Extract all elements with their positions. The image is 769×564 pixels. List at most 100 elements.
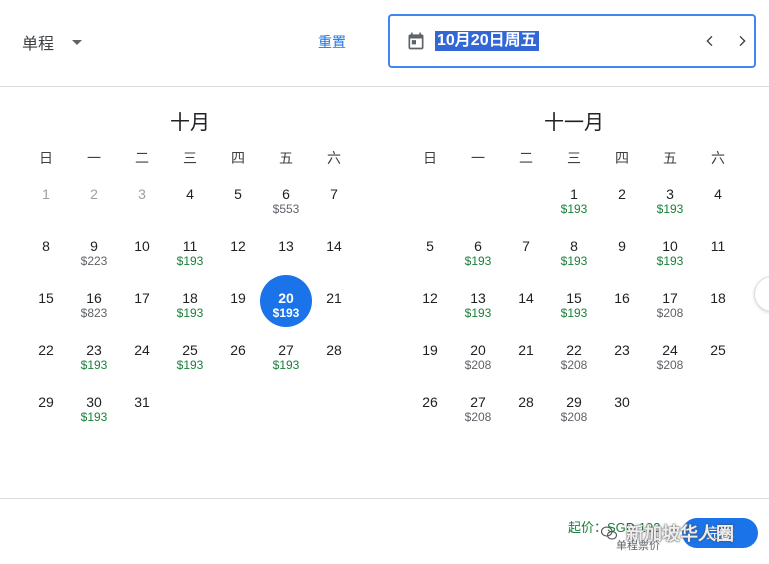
calendar-icon: [408, 32, 424, 50]
day-number: 2: [618, 186, 626, 202]
day-cell[interactable]: 27 $208: [454, 384, 502, 436]
day-number: 27: [470, 394, 486, 410]
day-cell[interactable]: 22 $208: [550, 332, 598, 384]
day-number: 12: [230, 238, 246, 254]
day-cell[interactable]: 8 $193: [550, 228, 598, 280]
day-price: $193: [80, 410, 108, 424]
day-cell[interactable]: 17 $208: [646, 280, 694, 332]
day-cell[interactable]: 19: [406, 332, 454, 384]
done-button[interactable]: 完成: [682, 518, 758, 548]
day-cell[interactable]: 15 $193: [550, 280, 598, 332]
day-cell[interactable]: 11: [694, 228, 742, 280]
day-cell[interactable]: 6 $553: [262, 176, 310, 228]
day-number: 14: [326, 238, 342, 254]
day-cell[interactable]: 5: [406, 228, 454, 280]
day-cell[interactable]: 24: [118, 332, 166, 384]
day-cell[interactable]: 21: [310, 280, 358, 332]
day-cell[interactable]: 20 $208: [454, 332, 502, 384]
day-cell[interactable]: 14: [310, 228, 358, 280]
selected-date-text[interactable]: 10月20日周五: [435, 31, 539, 51]
day-cell[interactable]: 9: [598, 228, 646, 280]
chevron-left-icon[interactable]: [702, 33, 718, 49]
day-number: 31: [134, 394, 150, 410]
day-price: $823: [80, 306, 108, 320]
day-cell[interactable]: 5: [214, 176, 262, 228]
day-price: $208: [560, 358, 588, 372]
day-cell[interactable]: 31: [118, 384, 166, 436]
next-month-handle[interactable]: [754, 276, 769, 312]
day-cell[interactable]: 18 $193: [166, 280, 214, 332]
day-number: 21: [326, 290, 342, 306]
departure-date-field[interactable]: 10月20日周五: [388, 14, 756, 68]
day-grid: 1 2 3 4 5 6 $553 7 8 9 $223 10 11 $193 12 13 14 15 16 $823 1…: [22, 176, 358, 436]
day-cell[interactable]: 10: [118, 228, 166, 280]
day-number: 16: [614, 290, 630, 306]
day-cell[interactable]: 16 $823: [70, 280, 118, 332]
day-price: $193: [656, 202, 684, 216]
day-cell[interactable]: 2: [598, 176, 646, 228]
day-number: 29: [38, 394, 54, 410]
day-cell[interactable]: 12: [214, 228, 262, 280]
day-cell[interactable]: 28: [502, 384, 550, 436]
day-cell[interactable]: 22: [22, 332, 70, 384]
day-cell[interactable]: 4: [166, 176, 214, 228]
day-cell[interactable]: 24 $208: [646, 332, 694, 384]
day-cell[interactable]: 15: [22, 280, 70, 332]
day-cell[interactable]: 7: [502, 228, 550, 280]
trip-type-dropdown[interactable]: 单程: [22, 30, 83, 54]
day-cell[interactable]: 30 $193: [70, 384, 118, 436]
price-note-text: 单程票价: [616, 540, 660, 552]
empty-cell: [454, 176, 502, 228]
day-price: $193: [80, 358, 108, 372]
day-number: 9: [618, 238, 626, 254]
footer-divider: [0, 498, 769, 499]
day-number: 21: [518, 342, 534, 358]
day-cell[interactable]: 25: [694, 332, 742, 384]
day-number: 8: [42, 238, 50, 254]
day-price: $193: [656, 254, 684, 268]
day-cell[interactable]: 14: [502, 280, 550, 332]
day-cell[interactable]: 12: [406, 280, 454, 332]
reset-button[interactable]: 重置: [318, 32, 346, 52]
day-cell[interactable]: 10 $193: [646, 228, 694, 280]
month-october: 十月 日 一 二 三 四 五 六 1 2 3 4 5 6 $553 7 8 9 $223 10 11 $1…: [22, 110, 358, 436]
day-cell[interactable]: 30: [598, 384, 646, 436]
day-cell[interactable]: 25 $193: [166, 332, 214, 384]
chevron-right-icon[interactable]: [734, 33, 750, 49]
day-cell[interactable]: 26: [214, 332, 262, 384]
day-cell[interactable]: 3 $193: [646, 176, 694, 228]
day-cell: 3: [118, 176, 166, 228]
weekday-label: 四: [615, 150, 629, 166]
day-cell[interactable]: 1 $193: [550, 176, 598, 228]
day-cell[interactable]: 17: [118, 280, 166, 332]
day-cell[interactable]: 16: [598, 280, 646, 332]
day-cell: 2: [70, 176, 118, 228]
day-cell[interactable]: 13: [262, 228, 310, 280]
day-cell[interactable]: 13 $193: [454, 280, 502, 332]
day-cell[interactable]: 23 $193: [70, 332, 118, 384]
empty-cell: [406, 176, 454, 228]
day-cell[interactable]: 7: [310, 176, 358, 228]
day-cell[interactable]: 21: [502, 332, 550, 384]
day-cell[interactable]: 4: [694, 176, 742, 228]
day-cell[interactable]: 27 $193: [262, 332, 310, 384]
weekday-label: 一: [87, 150, 101, 166]
day-cell[interactable]: 28: [310, 332, 358, 384]
day-number: 22: [566, 342, 582, 358]
day-cell[interactable]: 23: [598, 332, 646, 384]
day-cell[interactable]: 8: [22, 228, 70, 280]
month-title: 十月: [170, 112, 210, 134]
day-number: 10: [134, 238, 150, 254]
day-cell[interactable]: 26: [406, 384, 454, 436]
day-price: $193: [464, 306, 492, 320]
day-cell[interactable]: 18: [694, 280, 742, 332]
day-number: 23: [86, 342, 102, 358]
day-cell[interactable]: 29: [22, 384, 70, 436]
day-cell[interactable]: 9 $223: [70, 228, 118, 280]
day-number: 7: [522, 238, 530, 254]
day-cell[interactable]: 11 $193: [166, 228, 214, 280]
day-cell[interactable]: 29 $208: [550, 384, 598, 436]
day-cell[interactable]: 6 $193: [454, 228, 502, 280]
day-cell-selected[interactable]: 20 $193: [260, 275, 312, 332]
day-cell[interactable]: 19: [214, 280, 262, 332]
